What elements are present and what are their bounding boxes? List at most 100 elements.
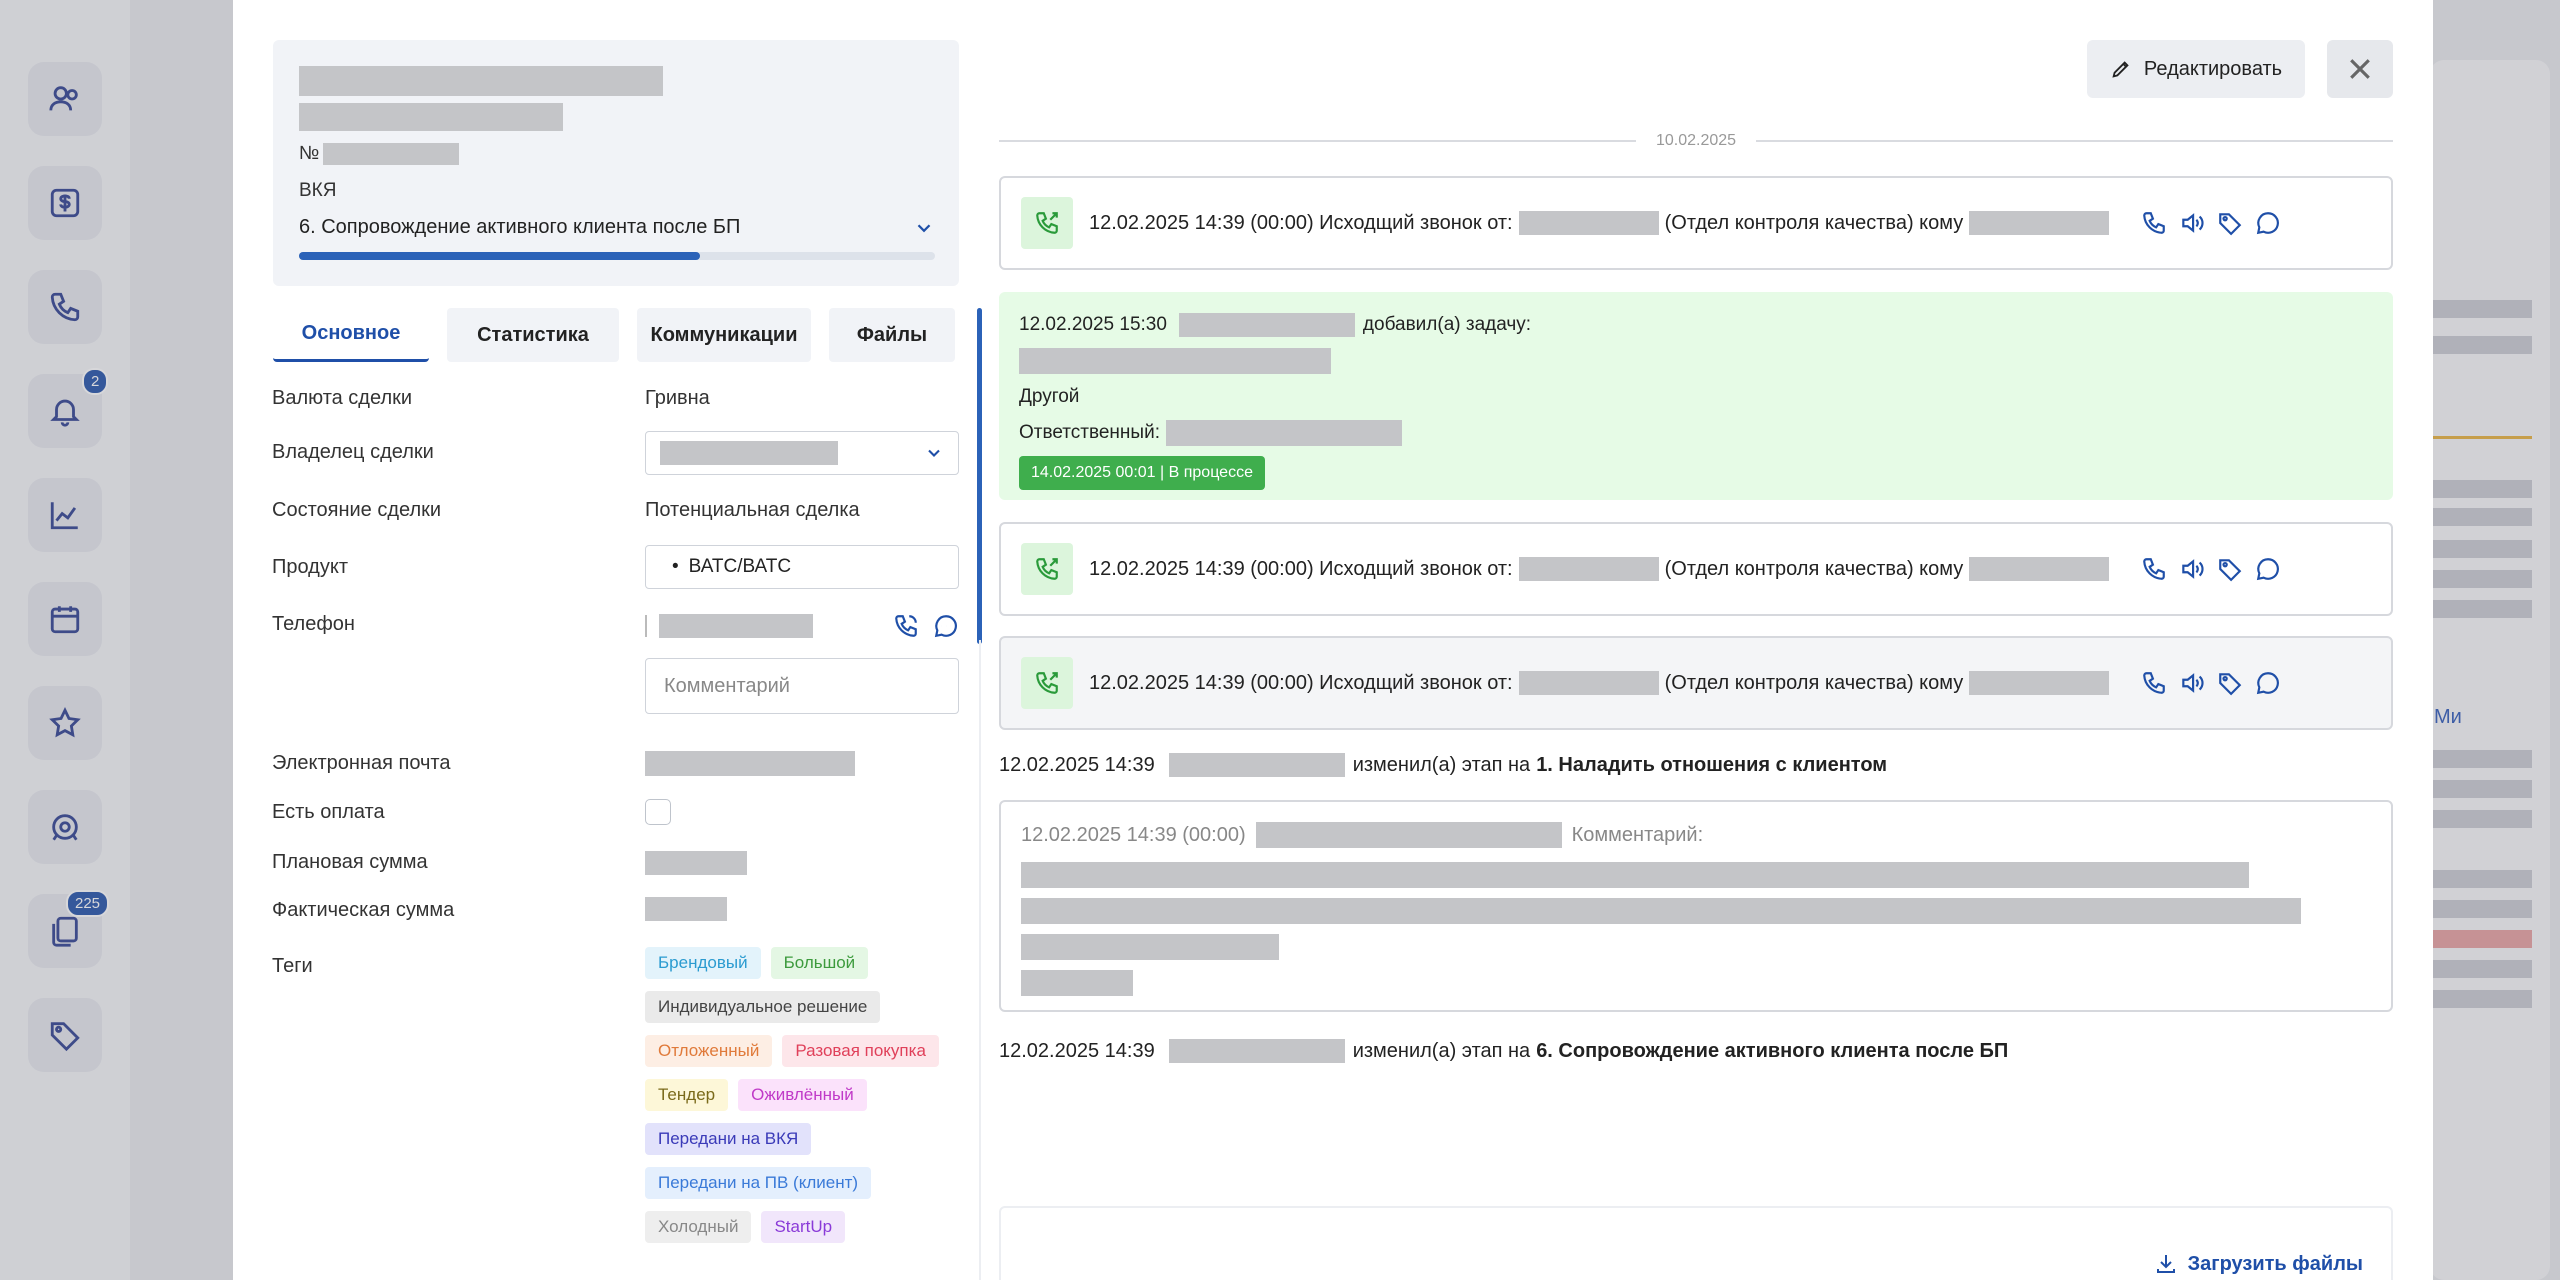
stage-change-action: изменил(а) этап на <box>1352 753 1531 776</box>
tag-chip[interactable]: Отложенный <box>645 1035 773 1067</box>
stage-progress-fill <box>299 252 700 260</box>
stage-change-target: 6. Сопровождение активного клиента после… <box>1536 1039 2009 1062</box>
tag-chip[interactable]: Большой <box>770 947 869 979</box>
task-status-badge: 14.02.2025 00:01 | В процессе <box>1019 456 1265 490</box>
edit-label: Редактировать <box>2143 57 2283 80</box>
deal-tabs: Основное Статистика Коммуникации Файлы <box>273 308 963 362</box>
tag-chip[interactable]: Холодный <box>645 1211 752 1243</box>
chat-icon[interactable] <box>2255 670 2281 696</box>
owner-select[interactable] <box>645 431 959 475</box>
scrollbar[interactable] <box>977 308 982 644</box>
redacted-comment-line <box>1021 862 2249 888</box>
tag-row: Холодный StartUp <box>645 1211 965 1243</box>
tag-chip[interactable]: Передани на ВКЯ <box>645 1123 812 1155</box>
tag-icon[interactable] <box>2217 670 2243 696</box>
call-dept: (Отдел контроля качества) кому <box>1664 211 1964 234</box>
edit-button[interactable]: Редактировать <box>2087 40 2305 98</box>
outgoing-call-icon <box>1021 543 1073 595</box>
state-label: Состояние сделки <box>272 499 442 521</box>
redacted-caller <box>1518 211 1659 235</box>
tag-chip[interactable]: Тендер <box>645 1079 729 1111</box>
tag-chip[interactable]: Индивидуальное решение <box>645 991 881 1023</box>
chevron-down-icon <box>917 223 931 232</box>
chat-icon[interactable] <box>2255 556 2281 582</box>
tag-chip[interactable]: Передани на ПВ (клиент) <box>645 1167 872 1199</box>
tab-files[interactable]: Файлы <box>829 308 955 362</box>
download-icon <box>2156 1255 2175 1273</box>
redacted-email <box>645 751 855 776</box>
upload-area[interactable]: Загрузить файлы <box>999 1206 2393 1280</box>
pencil-icon <box>2112 61 2129 78</box>
tag-chip[interactable]: Брендовый <box>645 947 761 979</box>
stage-change-target: 1. Наладить отношения с клиентом <box>1536 753 1888 776</box>
deal-group: ВКЯ <box>299 180 337 201</box>
phone-label: Телефон <box>272 613 355 635</box>
redacted-caller <box>1518 671 1659 695</box>
state-value: Потенциальная сделка <box>645 499 860 521</box>
speaker-icon[interactable] <box>2179 556 2205 582</box>
redacted-planned-sum <box>645 851 747 875</box>
call-icon[interactable] <box>893 613 919 639</box>
call-dept: (Отдел контроля качества) кому <box>1664 671 1964 694</box>
call-text: 12.02.2025 14:39 (00:00) Исходщий звонок… <box>1089 557 1513 580</box>
redacted-caller <box>1518 557 1659 581</box>
product-field[interactable]: • ВАТС/ВАТС <box>645 545 959 589</box>
task-action: добавил(а) задачу: <box>1362 314 1532 335</box>
tag-chip[interactable]: StartUp <box>761 1211 846 1243</box>
call-icon[interactable] <box>2141 210 2167 236</box>
upload-label: Загрузить файлы <box>2187 1252 2363 1275</box>
tag-icon[interactable] <box>2217 556 2243 582</box>
tags-label: Теги <box>272 955 313 977</box>
call-icon[interactable] <box>2141 556 2167 582</box>
upload-files-button[interactable]: Загрузить файлы <box>2154 1252 2363 1276</box>
responsible-label: Ответственный: <box>1019 422 1160 443</box>
redacted-title <box>299 66 663 96</box>
date-separator: 10.02.2025 <box>999 132 2394 150</box>
tab-communications[interactable]: Коммуникации <box>637 308 811 362</box>
currency-label: Валюта сделки <box>272 387 413 409</box>
redacted-author <box>1178 313 1355 337</box>
call-icon[interactable] <box>2141 670 2167 696</box>
deal-header-card: № ВКЯ 6. Сопровождение активного клиента… <box>273 40 959 286</box>
tag-chip[interactable]: Оживлённый <box>738 1079 867 1111</box>
call-entry: 12.02.2025 14:39 (00:00) Исходщий звонок… <box>999 522 2393 616</box>
speaker-icon[interactable] <box>2179 670 2205 696</box>
redacted-author <box>1255 822 1562 848</box>
tag-row: Отложенный Разовая покупка <box>645 1035 965 1067</box>
tab-main[interactable]: Основное <box>273 308 429 362</box>
redacted-comment-line <box>1021 898 2301 924</box>
owner-label: Владелец сделки <box>272 441 434 463</box>
close-button[interactable] <box>2327 40 2393 98</box>
redacted-subtitle <box>299 103 563 131</box>
payment-checkbox[interactable] <box>645 799 671 825</box>
stage-change-action: изменил(а) этап на <box>1352 1039 1531 1062</box>
stage-change-datetime: 12.02.2025 14:39 <box>999 1039 1155 1062</box>
tag-chip[interactable]: Разовая покупка <box>782 1035 939 1067</box>
redacted-number <box>323 143 460 165</box>
tag-row: Тендер Оживлённый <box>645 1079 965 1111</box>
outgoing-call-icon <box>1021 657 1073 709</box>
redacted-author <box>1168 1039 1345 1063</box>
email-label: Электронная почта <box>272 752 451 774</box>
task-datetime: 12.02.2025 15:30 <box>1019 314 1167 335</box>
task-entry: 12.02.2025 15:30 добавил(а) задачу: Друг… <box>999 292 2393 500</box>
chevron-down-icon <box>928 449 940 457</box>
redacted-comment-line <box>1021 970 1133 996</box>
planned-sum-label: Плановая сумма <box>272 851 428 873</box>
tab-statistics[interactable]: Статистика <box>447 308 619 362</box>
stage-change-datetime: 12.02.2025 14:39 <box>999 753 1155 776</box>
speaker-icon[interactable] <box>2179 210 2205 236</box>
redacted-callee <box>1969 671 2110 695</box>
date-separator-label: 10.02.2025 <box>1655 132 1737 149</box>
stage-dropdown[interactable]: 6. Сопровождение активного клиента после… <box>299 216 935 239</box>
tag-row: Передани на ПВ (клиент) <box>645 1167 965 1199</box>
redacted-callee <box>1969 557 2110 581</box>
actual-sum-label: Фактическая сумма <box>272 899 455 921</box>
tag-icon[interactable] <box>2217 210 2243 236</box>
payment-label: Есть оплата <box>272 801 385 823</box>
phone-comment-input[interactable]: Комментарий <box>645 658 959 714</box>
stage-change-entry: 12.02.2025 14:39 изменил(а) этап на 6. С… <box>999 1039 2008 1063</box>
tag-row: Брендовый Большой <box>645 947 965 979</box>
chat-icon[interactable] <box>933 613 959 639</box>
chat-icon[interactable] <box>2255 210 2281 236</box>
